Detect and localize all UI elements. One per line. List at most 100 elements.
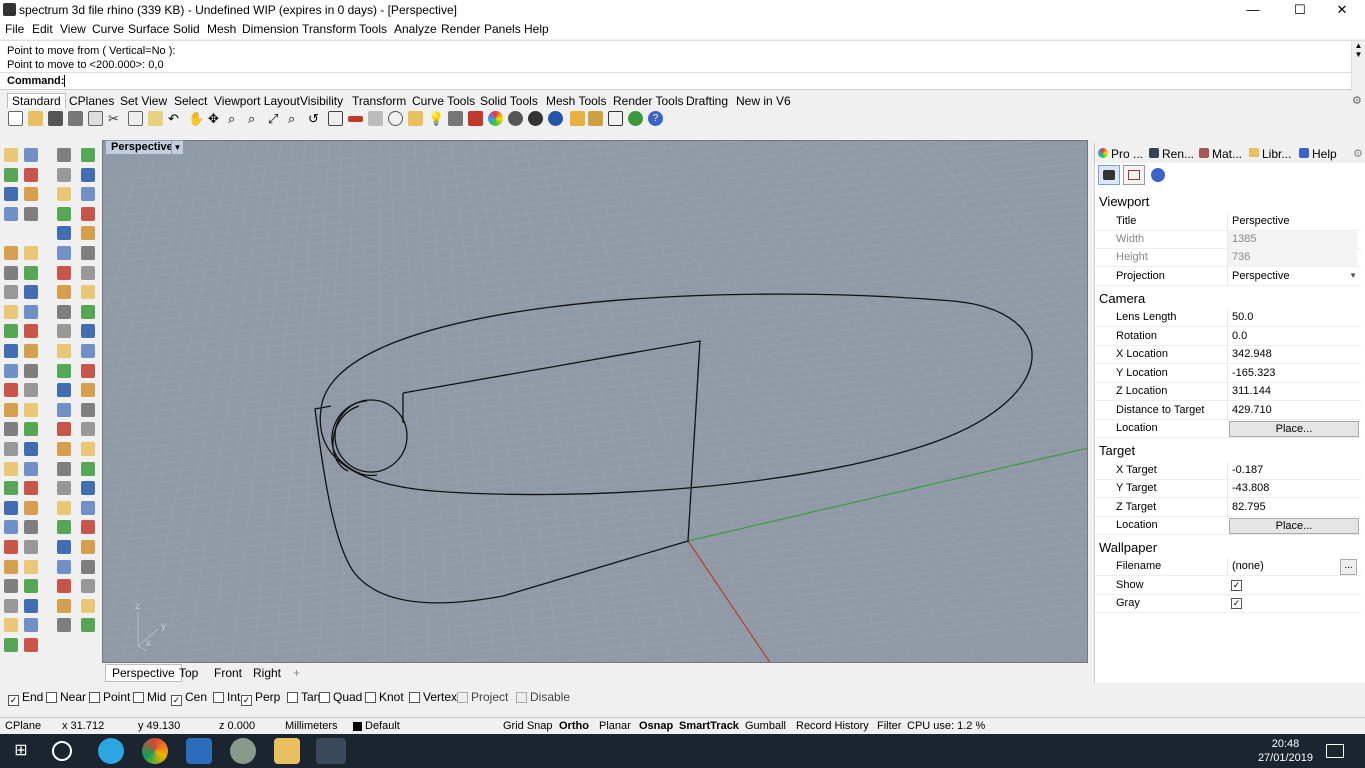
tool-button-icon[interactable] — [4, 246, 18, 260]
menu-file[interactable]: File — [5, 22, 24, 36]
planar-toggle[interactable]: Planar — [599, 720, 631, 732]
viewport-tab-perspective[interactable]: Perspective — [105, 664, 182, 682]
menu-curve[interactable]: Curve — [92, 22, 124, 36]
tool-button-icon[interactable] — [57, 461, 71, 476]
tool-button-icon[interactable] — [24, 324, 38, 339]
tool-button-icon[interactable] — [81, 579, 95, 594]
notification-icon[interactable] — [1326, 744, 1344, 758]
menu-panels[interactable]: Panels — [484, 22, 521, 36]
tool-button-icon[interactable] — [4, 598, 18, 613]
osnap-toggle[interactable]: Osnap — [639, 720, 673, 732]
lens-length-field[interactable]: 50.0 — [1227, 309, 1357, 327]
shaded-sphere-icon[interactable] — [508, 111, 523, 126]
title-field[interactable]: Perspective — [1227, 213, 1357, 231]
tab-mesh-tools[interactable]: Mesh Tools — [546, 94, 606, 108]
osnap-perp-checkbox[interactable]: ✓ Perp — [241, 690, 280, 706]
tool-button-icon[interactable] — [4, 265, 18, 280]
select-icon[interactable] — [408, 111, 423, 126]
tool-button-icon[interactable] — [81, 559, 95, 574]
tool-button-icon[interactable] — [24, 246, 38, 260]
options-icon[interactable] — [588, 111, 603, 126]
checkbox-box[interactable] — [457, 692, 468, 703]
tool-button-icon[interactable] — [24, 461, 38, 476]
tool-button-icon[interactable] — [57, 422, 71, 437]
tool-button-icon[interactable] — [57, 206, 71, 221]
projection-select[interactable]: Perspective — [1227, 268, 1357, 286]
tab-drafting[interactable]: Drafting — [686, 94, 728, 108]
osnap-int-checkbox[interactable]: Int — [213, 690, 240, 704]
tool-button-icon[interactable] — [57, 500, 71, 515]
add-viewport-tab-icon[interactable]: + — [293, 666, 300, 680]
app-icon[interactable] — [230, 738, 256, 764]
tab-transform[interactable]: Transform — [352, 94, 406, 108]
menu-view[interactable]: View — [60, 22, 86, 36]
undo-view-icon[interactable]: ↺ — [308, 111, 323, 126]
osnap-tan-checkbox[interactable]: Tan — [287, 690, 320, 704]
spotlight-icon[interactable] — [570, 111, 585, 126]
paste-icon[interactable] — [148, 111, 163, 126]
lock-icon[interactable] — [448, 111, 463, 126]
tool-button-icon[interactable] — [81, 246, 95, 260]
windows-start-icon[interactable]: ⊞ — [8, 738, 34, 764]
tool-button-icon[interactable] — [24, 540, 38, 554]
tool-button-icon[interactable] — [24, 402, 38, 417]
grid-snap-toggle[interactable]: Grid Snap — [503, 720, 553, 732]
y-location-field[interactable]: -165.323 — [1227, 365, 1357, 383]
tool-button-icon[interactable] — [24, 638, 38, 652]
tab-cplanes[interactable]: CPlanes — [69, 94, 114, 108]
tab-select[interactable]: Select — [174, 94, 207, 108]
new-file-icon[interactable] — [8, 111, 23, 126]
gear-icon[interactable]: ⚙ — [1352, 94, 1362, 107]
tool-button-icon[interactable] — [24, 167, 38, 182]
checkbox-box[interactable]: ✓ — [171, 695, 182, 706]
zoom-selected-icon[interactable]: ⌕ — [288, 111, 303, 126]
status-cplane[interactable]: CPlane — [5, 720, 41, 732]
distance-to-target-field[interactable]: 429.710 — [1227, 402, 1357, 420]
tool-button-icon[interactable] — [24, 559, 38, 574]
rhino-app-icon[interactable] — [3, 3, 16, 16]
tab-set-view[interactable]: Set View — [120, 94, 167, 108]
camera-icon[interactable] — [1098, 165, 1120, 185]
status-layer[interactable]: Default — [365, 720, 400, 732]
tool-button-icon[interactable] — [81, 344, 95, 358]
menu-mesh[interactable]: Mesh — [207, 22, 236, 36]
panel-tab-materials[interactable]: Mat... — [1212, 147, 1242, 161]
tool-button-icon[interactable] — [57, 324, 71, 339]
tool-button-icon[interactable] — [57, 246, 71, 260]
tool-button-icon[interactable] — [4, 344, 18, 358]
tab-solid-tools[interactable]: Solid Tools — [480, 94, 538, 108]
tool-button-icon[interactable] — [81, 383, 95, 398]
tool-button-icon[interactable] — [24, 520, 38, 535]
color-wheel-icon[interactable] — [488, 111, 503, 126]
browse-button[interactable]: ... — [1340, 559, 1357, 575]
tool-button-icon[interactable] — [4, 324, 18, 339]
menu-help[interactable]: Help — [524, 22, 549, 36]
menu-transform[interactable]: Transform — [302, 22, 356, 36]
tool-button-icon[interactable] — [4, 540, 18, 554]
y-target-field[interactable]: -43.808 — [1227, 480, 1357, 498]
viewport-title[interactable]: Perspective — [105, 140, 179, 155]
tool-button-icon[interactable] — [81, 187, 95, 202]
viewport-layout-icon[interactable] — [328, 111, 343, 126]
tool-button-icon[interactable] — [81, 167, 95, 182]
viewport-tab-front[interactable]: Front — [214, 666, 242, 680]
viewport-tab-right[interactable]: Right — [253, 666, 281, 680]
checkbox-box[interactable] — [213, 692, 224, 703]
tool-button-icon[interactable] — [81, 520, 95, 535]
light-bulb-icon[interactable]: 💡 — [428, 111, 444, 126]
rotate-view-icon[interactable]: ✥ — [208, 111, 223, 126]
tool-button-icon[interactable] — [57, 167, 71, 182]
tab-render-tools[interactable]: Render Tools — [613, 94, 684, 108]
viewport-canvas[interactable]: z y x — [103, 141, 1088, 663]
undo-icon[interactable]: ↶ — [168, 111, 183, 126]
panel-tab-properties[interactable]: Pro ... — [1111, 147, 1143, 161]
checkbox-box[interactable] — [287, 692, 298, 703]
dimension-icon[interactable] — [608, 111, 623, 126]
tool-button-icon[interactable] — [57, 226, 71, 241]
tool-button-icon[interactable] — [81, 461, 95, 476]
panel-tab-rendering[interactable]: Ren... — [1162, 147, 1194, 161]
tool-button-icon[interactable] — [24, 442, 38, 456]
tool-button-icon[interactable] — [57, 148, 71, 162]
wallpaper-frame-icon[interactable] — [1123, 165, 1145, 185]
tab-new-in-v6[interactable]: New in V6 — [736, 94, 791, 108]
